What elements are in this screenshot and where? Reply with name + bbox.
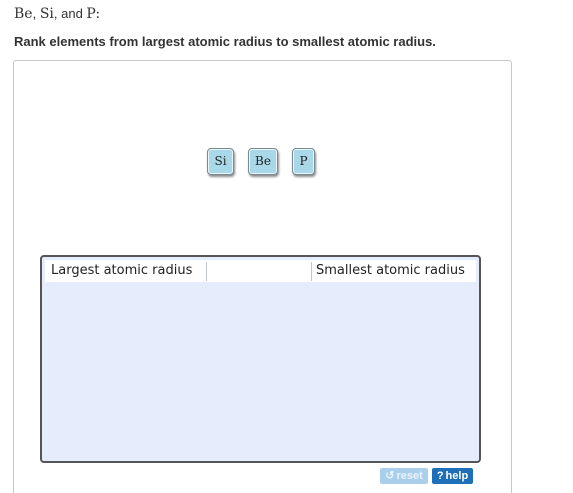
separator: , bbox=[32, 6, 40, 21]
tile-be[interactable]: Be bbox=[248, 148, 278, 175]
question-header: Be, Si, and P: bbox=[14, 6, 100, 22]
tile-p[interactable]: P bbox=[292, 148, 315, 175]
largest-label: Largest atomic radius bbox=[51, 263, 193, 278]
help-label: help bbox=[445, 470, 469, 482]
reset-button[interactable]: ↺ reset bbox=[380, 468, 428, 484]
tile-si[interactable]: Si bbox=[207, 148, 234, 175]
ranking-box[interactable]: Largest atomic radius Smallest atomic ra… bbox=[40, 255, 481, 463]
colon: : bbox=[95, 6, 101, 22]
reset-label: reset bbox=[396, 470, 423, 482]
reset-icon: ↺ bbox=[385, 470, 395, 482]
question-icon: ? bbox=[436, 470, 444, 482]
divider bbox=[311, 262, 312, 281]
separator: , and bbox=[53, 6, 87, 21]
element-be: Be bbox=[14, 6, 33, 22]
help-button[interactable]: ? help bbox=[432, 468, 473, 484]
instruction-text: Rank elements from largest atomic radius… bbox=[14, 34, 436, 49]
divider bbox=[206, 262, 207, 281]
ranking-header: Largest atomic radius Smallest atomic ra… bbox=[45, 260, 476, 282]
smallest-label: Smallest atomic radius bbox=[316, 263, 465, 278]
element-p: P bbox=[86, 6, 96, 22]
element-si: Si bbox=[39, 6, 54, 22]
